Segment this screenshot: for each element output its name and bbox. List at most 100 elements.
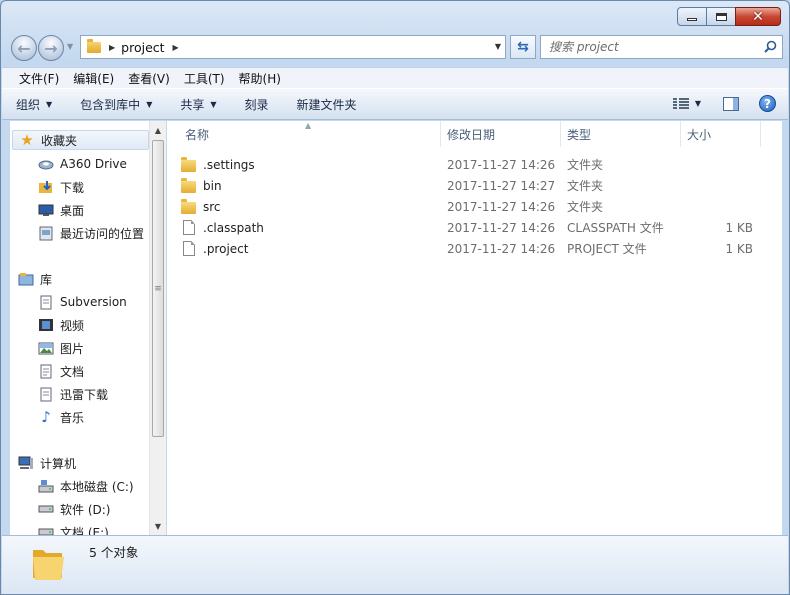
nav-item-a360-drive[interactable]: A360 Drive <box>38 153 127 175</box>
breadcrumb-chevron-icon[interactable]: ▶ <box>109 43 115 52</box>
recent-pages-chevron-icon[interactable]: ▼ <box>67 42 73 51</box>
nav-item-music[interactable]: ♪ 音乐 <box>38 406 84 428</box>
navigation-scrollbar[interactable]: ▲ ≡ ▼ <box>149 121 166 535</box>
burn-button[interactable]: 刻录 <box>245 96 269 113</box>
document-library-icon <box>38 386 54 402</box>
desktop-icon <box>38 202 54 218</box>
menu-help[interactable]: 帮助(H) <box>232 70 288 87</box>
scrollbar-thumb[interactable]: ≡ <box>152 140 164 437</box>
file-row[interactable]: src 2017-11-27 14:26 文件夹 <box>181 196 771 217</box>
view-options-icon[interactable] <box>672 97 689 110</box>
column-header-type[interactable]: 类型 <box>561 121 681 147</box>
nav-item-pictures[interactable]: 图片 <box>38 337 84 359</box>
nav-favorites[interactable]: ★ 收藏夹 <box>12 130 149 150</box>
maximize-icon <box>715 12 727 21</box>
nav-item-downloads[interactable]: 下载 <box>38 176 84 198</box>
nav-item-documents[interactable]: 文档 <box>38 360 84 382</box>
address-bar[interactable]: ▶ project ▶ ▼ <box>80 35 506 59</box>
folder-icon <box>181 198 196 214</box>
share-button[interactable]: 共享 ▼ <box>180 96 216 113</box>
caption-buttons: ✕ <box>677 7 781 26</box>
menu-view[interactable]: 查看(V) <box>121 70 177 87</box>
nav-item-videos[interactable]: 视频 <box>38 314 84 336</box>
item-count: 5 个对象 <box>89 545 139 560</box>
menu-bar: 文件(F) 编辑(E) 查看(V) 工具(T) 帮助(H) <box>2 67 788 88</box>
breadcrumb-chevron-icon[interactable]: ▶ <box>173 43 179 52</box>
folder-icon <box>33 550 64 580</box>
column-header-size[interactable]: 大小 <box>681 121 761 147</box>
nav-item-drive-c[interactable]: 本地磁盘 (C:) <box>38 475 134 497</box>
forward-button[interactable]: → <box>38 35 64 61</box>
video-icon <box>38 317 54 333</box>
file-type: CLASSPATH 文件 <box>567 221 664 235</box>
file-date: 2017-11-27 14:26 <box>447 199 556 214</box>
chevron-down-icon: ▼ <box>210 99 217 109</box>
details-pane: 5 个对象 <box>2 535 788 594</box>
help-icon[interactable]: ? <box>759 95 776 112</box>
column-name-label: 名称 <box>185 127 210 142</box>
file-name: src <box>203 199 221 214</box>
refresh-button[interactable]: ⇆ <box>510 35 536 59</box>
system-drive-icon <box>38 478 54 494</box>
new-folder-button[interactable]: 新建文件夹 <box>297 96 357 113</box>
column-type-label: 类型 <box>567 127 592 142</box>
column-header-date[interactable]: 修改日期 <box>441 121 561 147</box>
maximize-button[interactable] <box>706 7 736 26</box>
file-type: 文件夹 <box>567 158 604 172</box>
drive-icon <box>38 501 54 517</box>
nav-item-label: 文档 (E:) <box>60 525 109 536</box>
column-date-label: 修改日期 <box>447 127 496 142</box>
nav-item-drive-d[interactable]: 软件 (D:) <box>38 498 110 520</box>
folder-icon <box>87 38 101 53</box>
file-date: 2017-11-27 14:26 <box>447 220 556 235</box>
nav-item-drive-e[interactable]: 文档 (E:) <box>38 521 109 535</box>
nav-item-label: Subversion <box>60 295 127 309</box>
folder-icon <box>181 156 196 172</box>
preview-pane-icon[interactable] <box>723 96 739 111</box>
nav-computer[interactable]: 计算机 <box>18 452 76 474</box>
scroll-down-icon[interactable]: ▼ <box>150 518 166 534</box>
close-button[interactable]: ✕ <box>735 7 781 26</box>
search-input[interactable] <box>549 40 749 54</box>
nav-item-label: 下载 <box>60 180 85 195</box>
file-name: bin <box>203 178 222 193</box>
column-size-label: 大小 <box>687 127 712 142</box>
star-icon: ★ <box>20 131 34 149</box>
minimize-button[interactable] <box>677 7 707 26</box>
menu-file[interactable]: 文件(F) <box>12 70 66 87</box>
file-row[interactable]: .classpath 2017-11-27 14:26 CLASSPATH 文件… <box>181 217 771 238</box>
view-dropdown-icon[interactable]: ▼ <box>695 99 701 108</box>
nav-item-label: 文档 <box>60 364 85 379</box>
nav-item-thunder-downloads[interactable]: 迅雷下载 <box>38 383 108 405</box>
file-row[interactable]: .project 2017-11-27 14:26 PROJECT 文件 1 K… <box>181 238 771 259</box>
search-box[interactable] <box>540 35 783 59</box>
nav-item-label: 迅雷下载 <box>60 387 109 402</box>
include-library-button[interactable]: 包含到库中 ▼ <box>80 96 152 113</box>
menu-tools[interactable]: 工具(T) <box>177 70 232 87</box>
nav-libraries-label: 库 <box>40 272 53 287</box>
nav-item-recent-places[interactable]: 最近访问的位置 <box>38 222 144 244</box>
file-type: PROJECT 文件 <box>567 242 647 256</box>
file-name: .project <box>203 241 249 256</box>
nav-item-desktop[interactable]: 桌面 <box>38 199 84 221</box>
back-button[interactable]: ← <box>11 35 37 61</box>
file-row[interactable]: bin 2017-11-27 14:27 文件夹 <box>181 175 771 196</box>
nav-libraries[interactable]: 库 <box>18 268 52 290</box>
cloud-drive-icon <box>38 156 54 172</box>
new-folder-label: 新建文件夹 <box>296 97 357 112</box>
breadcrumb-project[interactable]: project <box>121 40 164 55</box>
documents-icon <box>38 363 54 379</box>
nav-item-label: 视频 <box>60 318 85 333</box>
nav-item-label: 图片 <box>60 341 85 356</box>
nav-item-subversion[interactable]: Subversion <box>38 291 127 313</box>
burn-label: 刻录 <box>244 97 269 112</box>
column-header-name[interactable]: 名称 <box>179 121 441 147</box>
file-icon <box>183 220 195 235</box>
menu-edit[interactable]: 编辑(E) <box>66 70 121 87</box>
refresh-icon: ⇆ <box>517 39 529 55</box>
address-dropdown-icon[interactable]: ▼ <box>495 42 501 51</box>
file-row[interactable]: .settings 2017-11-27 14:26 文件夹 <box>181 154 771 175</box>
search-icon[interactable] <box>764 40 777 53</box>
scroll-up-icon[interactable]: ▲ <box>150 122 166 138</box>
organize-button[interactable]: 组织 ▼ <box>16 96 52 113</box>
